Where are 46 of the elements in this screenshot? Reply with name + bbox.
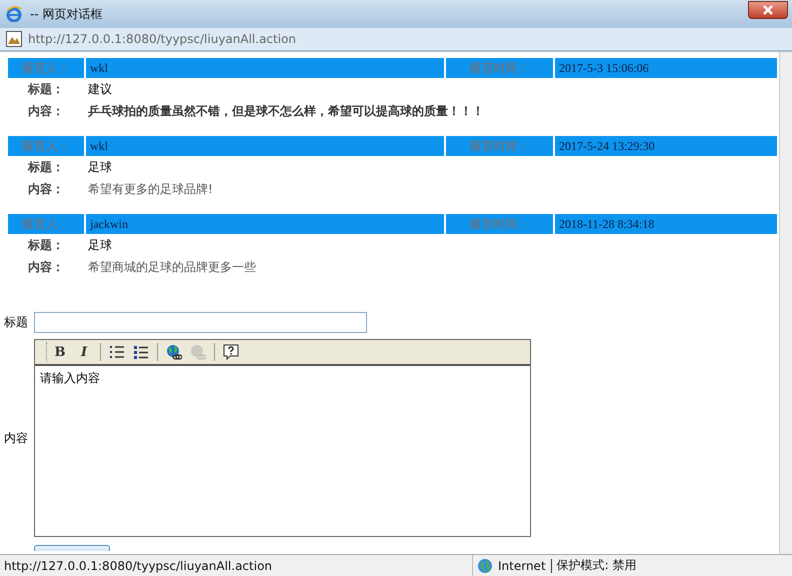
author-label: 留言人： [8,136,84,156]
page-icon [6,31,22,47]
title-label: 标题： [26,158,65,176]
title-label: 标题： [26,80,65,98]
help-icon[interactable] [223,344,239,360]
message-content: 希望有更多的足球品牌! [88,180,213,198]
author-label: 留言人： [8,58,84,78]
content-label: 内容： [27,258,65,276]
italic-button[interactable]: I [73,342,95,362]
ordered-list-icon[interactable] [109,344,125,360]
author-name: wkl [86,58,444,78]
time-label: 留言时间： [446,136,553,156]
close-button[interactable] [748,1,788,19]
message-title: 足球 [88,236,112,254]
time-label: 留言时间： [446,214,553,234]
time-value: 2017-5-3 15:06:06 [555,58,777,78]
bold-button[interactable]: B [49,342,71,362]
editor-text-area[interactable]: 请输入内容 [35,366,530,536]
scrollbar[interactable] [779,52,792,554]
protected-mode-text: 保护模式: 禁用 [556,557,637,574]
content-label: 内容： [27,180,65,198]
message-content: 乒乓球拍的质量虽然不错，但是球不怎么样，希望可以提高球的质量！！！ [88,102,484,120]
status-url: http://127.0.0.1:8080/tyypsc/liuyanAll.action [4,558,272,572]
title-label: 标题： [26,236,65,254]
browser-icon [6,6,22,22]
zone-text: Internet [498,558,546,572]
message-title: 建议 [88,80,112,98]
title-label: 标题 [4,314,29,331]
time-value: 2017-5-24 13:29:30 [555,136,777,156]
message-title: 足球 [88,158,112,176]
address-text: http://127.0.0.1:8080/tyypsc/liuyanAll.action [28,32,296,46]
close-icon[interactable] [763,5,773,15]
time-label: 留言时间： [446,58,553,78]
globe-link-icon[interactable] [166,344,182,360]
author-label: 留言人： [8,214,84,234]
author-name: wkl [86,136,444,156]
content-label: 内容： [27,102,65,120]
window-title: -- 网页对话框 [30,6,104,22]
author-name: jackwin [86,214,444,234]
title-input[interactable] [34,312,367,333]
submit-button[interactable] [34,545,110,551]
content-label: 内容 [4,430,29,446]
time-value: 2018-11-28 8:34:18 [555,214,777,234]
bulleted-list-icon[interactable] [133,344,149,360]
message-content: 希望商城的足球的品牌更多一些 [88,258,256,276]
globe-icon [477,558,493,574]
